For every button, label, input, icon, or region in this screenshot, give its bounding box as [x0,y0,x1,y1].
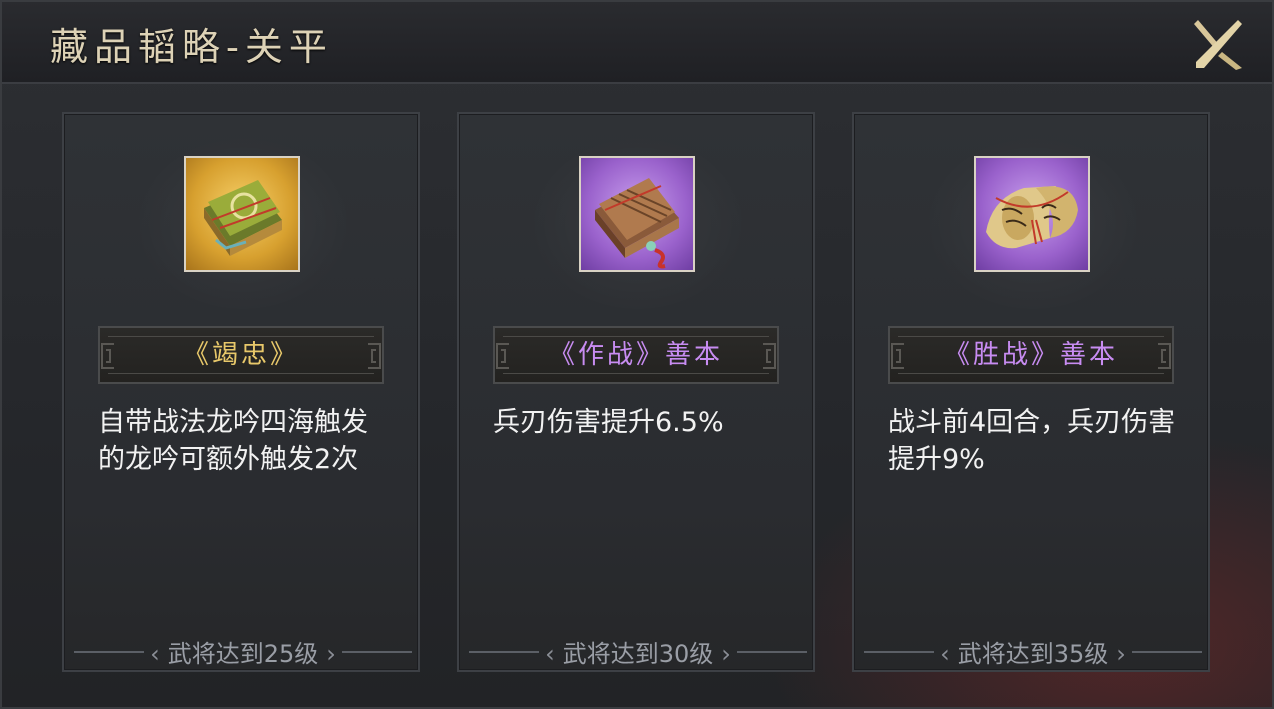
condition-text: 武将达到25级 [167,640,319,668]
right-arrow-icon: › [721,640,731,668]
left-arrow-icon: ‹ [150,640,160,668]
tactic-description: 兵刃伤害提升6.5% [493,407,724,438]
tactic-name-bar: 《作战》善本 [493,326,779,384]
close-icon[interactable] [1190,16,1246,72]
tactic-description: 战斗前4回合，兵刃伤害提升9% [888,407,1176,475]
left-arrow-icon: ‹ [545,640,555,668]
scroll-purple-icon[interactable] [974,156,1090,272]
tactic-name-open: 《 [182,340,212,370]
window-title: 藏品韬略-关平 [50,25,333,69]
tactic-name-suffix: 善本 [665,340,724,370]
bamboo-book-gold-icon[interactable] [184,156,300,272]
tactic-name-close: 》 [1031,340,1061,370]
unlock-condition: ‹ 武将达到35级 › [854,634,1212,669]
tactic-name-suffix: 善本 [1060,340,1119,370]
tactic-name: 竭忠 [211,340,270,370]
unlock-condition: ‹ 武将达到25级 › [64,634,422,669]
tactic-name-bar: 《竭忠》 [98,326,384,384]
tactic-name-open: 《 [943,340,973,370]
tactic-name: 胜战 [972,340,1031,370]
unlock-condition: ‹ 武将达到30级 › [459,634,817,669]
tactic-name-bar: 《胜战》善本 [888,326,1174,384]
tactic-card-2[interactable]: 《作战》善本 兵刃伤害提升6.5% ‹ 武将达到30级 › [457,112,815,672]
tactic-name: 作战 [577,340,636,370]
tactic-name-close: 》 [636,340,666,370]
left-arrow-icon: ‹ [940,640,950,668]
tactic-card-3[interactable]: 《胜战》善本 战斗前4回合，兵刃伤害提升9% ‹ 武将达到35级 › [852,112,1210,672]
tactic-description: 自带战法龙吟四海触发的龙吟可额外触发2次 [98,407,368,475]
right-arrow-icon: › [326,640,336,668]
bamboo-book-purple-icon[interactable] [579,156,695,272]
tactic-name-open: 《 [548,340,578,370]
tactic-name-close: 》 [270,340,300,370]
tactic-card-1[interactable]: 《竭忠》 自带战法龙吟四海触发的龙吟可额外触发2次 ‹ 武将达到25级 › [62,112,420,672]
condition-text: 武将达到30级 [562,640,714,668]
title-bar: 藏品韬略-关平 [2,2,1272,84]
condition-text: 武将达到35级 [957,640,1109,668]
right-arrow-icon: › [1116,640,1126,668]
collection-strategy-window: 藏品韬略-关平 《竭忠》 自带战法龙吟四海触发的龙吟可额外触发2次 ‹ 武将达到… [0,0,1274,709]
